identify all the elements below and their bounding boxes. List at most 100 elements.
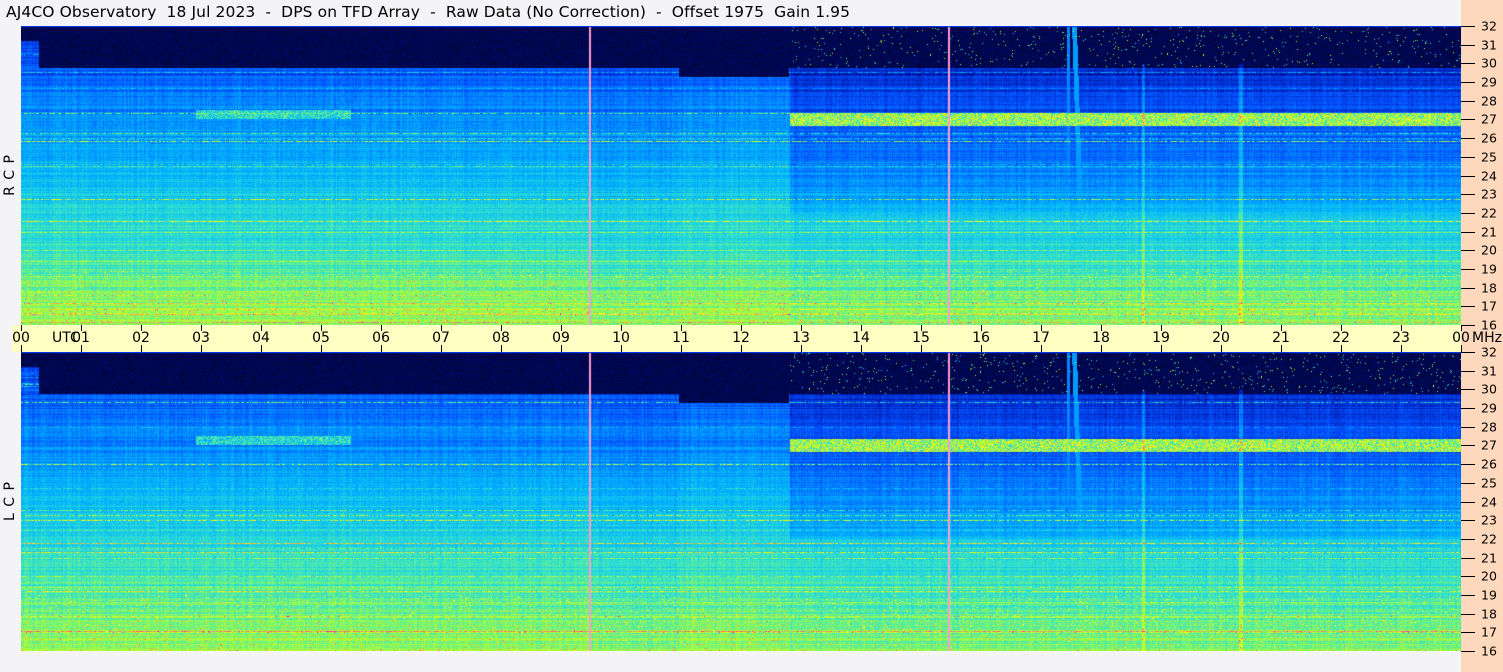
freq-tick	[1461, 464, 1475, 466]
time-tick	[81, 345, 82, 352]
freq-tick	[1461, 632, 1475, 634]
time-tick	[1401, 345, 1402, 352]
time-tick-label: 12	[732, 330, 750, 346]
freq-tick	[1461, 44, 1475, 46]
freq-tick	[1461, 287, 1475, 289]
time-tick-label: 21	[1272, 330, 1290, 346]
time-tick	[381, 345, 382, 352]
freq-tick	[1461, 408, 1475, 410]
time-tick-label: 22	[1332, 330, 1350, 346]
freq-tick-label: 21	[1481, 224, 1497, 240]
freq-tick-label: 20	[1481, 242, 1497, 258]
time-tick-label: 07	[432, 330, 450, 346]
time-tick-label: 09	[552, 330, 570, 346]
freq-tick-label: 18	[1481, 280, 1497, 296]
time-tick-label: 23	[1392, 330, 1410, 346]
time-tick	[21, 345, 22, 352]
time-tick-label: 06	[372, 330, 390, 346]
time-tick-label: 15	[912, 330, 930, 346]
freq-tick	[1461, 426, 1475, 428]
freq-tick-label: 21	[1481, 550, 1497, 566]
freq-tick	[1461, 557, 1475, 559]
rcp-heatmap-canvas	[21, 26, 1461, 325]
freq-tick	[1461, 82, 1475, 84]
freq-tick	[1461, 63, 1475, 65]
freq-tick	[1461, 175, 1475, 177]
freq-tick	[1461, 520, 1475, 522]
freq-tick-label: 31	[1481, 363, 1497, 379]
freq-tick	[1461, 594, 1475, 596]
time-tick-label: 18	[1092, 330, 1110, 346]
rcp-label: R C P	[0, 115, 20, 235]
freq-tick	[1461, 389, 1475, 391]
freq-tick-label: 17	[1481, 298, 1497, 314]
rcp-spectrogram	[21, 26, 1461, 325]
time-tick	[861, 345, 862, 352]
time-tick-label: 13	[792, 330, 810, 346]
time-tick-label: 16	[972, 330, 990, 346]
lcp-label-text: L C P	[2, 481, 18, 521]
time-tick	[741, 345, 742, 352]
freq-tick	[1461, 501, 1475, 503]
time-tick	[1161, 345, 1162, 352]
time-tick-label: 02	[132, 330, 150, 346]
rcp-label-text: R C P	[2, 154, 18, 196]
time-tick-label: 01	[72, 330, 90, 346]
chart-title: AJ4CO Observatory 18 Jul 2023 - DPS on T…	[6, 3, 851, 21]
freq-tick-label: 29	[1481, 400, 1497, 416]
freq-tick-label: 26	[1481, 130, 1497, 146]
freq-tick-label: 22	[1481, 205, 1497, 221]
freq-tick	[1461, 651, 1475, 652]
freq-tick	[1461, 613, 1475, 615]
freq-tick-label: 19	[1481, 261, 1497, 277]
time-tick	[1461, 345, 1462, 352]
time-tick-label: 20	[1212, 330, 1230, 346]
freq-tick-label: 27	[1481, 111, 1497, 127]
time-tick	[801, 345, 802, 352]
freq-tick-label: 32	[1481, 344, 1497, 360]
freq-tick-label: 27	[1481, 437, 1497, 453]
freq-tick	[1461, 119, 1475, 121]
freq-tick	[1461, 100, 1475, 102]
freq-tick	[1461, 352, 1475, 353]
freq-tick-label: 30	[1481, 55, 1497, 71]
freq-tick-label: 29	[1481, 74, 1497, 90]
time-tick-label: 17	[1032, 330, 1050, 346]
freq-tick	[1461, 445, 1475, 447]
freq-tick-label: 25	[1481, 475, 1497, 491]
freq-tick	[1461, 482, 1475, 484]
freq-tick	[1461, 576, 1475, 578]
freq-tick	[1461, 194, 1475, 196]
freq-tick	[1461, 26, 1475, 27]
time-tick-label: 08	[492, 330, 510, 346]
freq-tick-label: 28	[1481, 93, 1497, 109]
time-tick	[1281, 345, 1282, 352]
freq-tick	[1461, 325, 1475, 326]
time-tick	[681, 345, 682, 352]
time-tick	[1341, 345, 1342, 352]
freq-tick-label: 19	[1481, 587, 1497, 603]
freq-tick-label: 23	[1481, 186, 1497, 202]
freq-tick-label: 31	[1481, 37, 1497, 53]
freq-tick-label: 26	[1481, 456, 1497, 472]
lcp-label: L C P	[0, 441, 20, 561]
freq-tick	[1461, 250, 1475, 252]
time-tick	[621, 345, 622, 352]
time-tick	[1221, 345, 1222, 352]
time-tick-label: 03	[192, 330, 210, 346]
freq-tick-label: 24	[1481, 168, 1497, 183]
freq-tick-label: 32	[1481, 18, 1497, 34]
time-tick-label: 19	[1152, 330, 1170, 346]
freq-tick	[1461, 138, 1475, 140]
freq-tick	[1461, 370, 1475, 372]
time-tick	[201, 345, 202, 352]
lcp-heatmap-canvas	[21, 352, 1461, 651]
freq-tick-label: 25	[1481, 149, 1497, 165]
time-tick	[1101, 345, 1102, 352]
freq-tick-label: 23	[1481, 512, 1497, 528]
time-tick-label: 14	[852, 330, 870, 346]
time-tick-label: 00	[1452, 330, 1470, 346]
time-tick	[1041, 345, 1042, 352]
freq-tick-label: 20	[1481, 568, 1497, 584]
freq-tick-label: 24	[1481, 494, 1497, 509]
